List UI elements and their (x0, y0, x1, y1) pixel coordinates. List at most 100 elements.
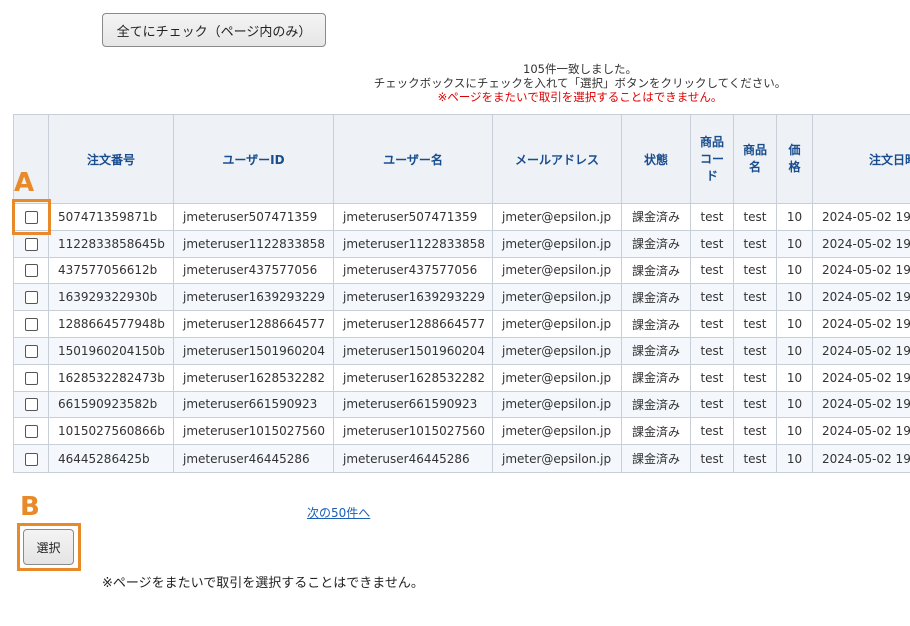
cell-ordered-at: 2024-05-02 19 (812, 417, 910, 446)
cell-email: jmeter@epsilon.jp (492, 444, 622, 474)
cell-price: 10 (776, 390, 813, 419)
cell-product-name: test (733, 256, 777, 285)
row-checkbox[interactable] (24, 398, 38, 412)
cell-email: jmeter@epsilon.jp (492, 336, 622, 365)
cell-order-no: 1628532282473b (48, 363, 174, 392)
row-checkbox[interactable] (24, 318, 38, 332)
header-email: メールアドレス (492, 114, 622, 204)
cell-price: 10 (776, 417, 813, 446)
cell-user-id: jmeteruser661590923 (173, 390, 334, 419)
cell-email: jmeter@epsilon.jp (492, 256, 622, 285)
table-row: 507471359871b jmeteruser507471359 jmeterus… (13, 203, 910, 231)
cell-product-name: test (733, 310, 777, 338)
cell-product-name: test (733, 390, 777, 419)
cell-price: 10 (776, 256, 813, 285)
row-checkbox-cell (13, 336, 49, 365)
header-product-name: 商品名 (733, 114, 777, 204)
cell-order-no: 46445286425b (48, 444, 174, 474)
cell-user-name: jmeteruser661590923 (333, 390, 493, 419)
row-checkbox[interactable] (24, 237, 38, 251)
result-info: 105件一致しました。 チェックボックスにチェックを入れて「選択」ボタンをクリッ… (0, 62, 910, 104)
cell-status: 課金済み (621, 283, 691, 312)
cell-ordered-at: 2024-05-02 19 (812, 310, 910, 338)
table-row: 1015027560866b jmeteruser1015027560 jmeter… (13, 417, 910, 446)
cell-user-name: jmeteruser1501960204 (333, 336, 493, 365)
cell-status: 課金済み (621, 203, 691, 231)
row-checkbox-cell (13, 310, 49, 338)
row-checkbox-cell (13, 256, 49, 285)
row-checkbox[interactable] (24, 291, 38, 305)
header-product-code: 商品コード (690, 114, 734, 204)
header-price: 価格 (776, 114, 813, 204)
cell-user-name: jmeteruser1122833858 (333, 229, 493, 258)
row-checkbox[interactable] (24, 425, 38, 439)
table-row: 661590923582b jmeteruser661590923 jmeterus… (13, 390, 910, 419)
cell-email: jmeter@epsilon.jp (492, 363, 622, 392)
cell-user-name: jmeteruser1015027560 (333, 417, 493, 446)
cell-ordered-at: 2024-05-02 19 (812, 444, 910, 474)
cell-product-name: test (733, 229, 777, 258)
instruction-text: チェックボックスにチェックを入れて「選択」ボタンをクリックしてください。 (373, 76, 787, 90)
cell-status: 課金済み (621, 256, 691, 285)
cell-order-no: 1501960204150b (48, 336, 174, 365)
cell-product-code: test (690, 256, 734, 285)
cell-price: 10 (776, 283, 813, 312)
cell-order-no: 437577056612b (48, 256, 174, 285)
cell-product-code: test (690, 390, 734, 419)
cell-order-no: 661590923582b (48, 390, 174, 419)
cell-ordered-at: 2024-05-02 19 (812, 336, 910, 365)
row-checkbox[interactable] (24, 371, 38, 385)
cell-status: 課金済み (621, 363, 691, 392)
cell-user-id: jmeteruser507471359 (173, 203, 334, 231)
cell-user-id: jmeteruser1501960204 (173, 336, 334, 365)
next-page-link[interactable]: 次の50件へ (307, 504, 370, 521)
table-row: 437577056612b jmeteruser437577056 jmeterus… (13, 256, 910, 285)
cell-product-name: test (733, 203, 777, 231)
cell-user-name: jmeteruser1639293229 (333, 283, 493, 312)
header-user-id: ユーザーID (173, 114, 334, 204)
cell-product-code: test (690, 229, 734, 258)
cell-order-no: 507471359871b (48, 203, 174, 231)
cell-product-code: test (690, 363, 734, 392)
cell-price: 10 (776, 229, 813, 258)
cell-user-id: jmeteruser1122833858 (173, 229, 334, 258)
cell-price: 10 (776, 336, 813, 365)
order-selection-page: 全てにチェック（ページ内のみ） 105件一致しました。 チェックボックスにチェッ… (0, 0, 910, 626)
table-row: 1501960204150b jmeteruser1501960204 jmeter… (13, 336, 910, 365)
cell-status: 課金済み (621, 336, 691, 365)
cell-order-no: 163929322930b (48, 283, 174, 312)
cell-product-code: test (690, 444, 734, 474)
cell-email: jmeter@epsilon.jp (492, 417, 622, 446)
cell-order-no: 1288664577948b (48, 310, 174, 338)
row-checkbox[interactable] (24, 452, 38, 466)
cell-price: 10 (776, 444, 813, 474)
cell-user-name: jmeteruser1288664577 (333, 310, 493, 338)
orders-table-container: 注文番号 ユーザーID ユーザー名 メールアドレス 状態 商品コード 商品名 価… (13, 114, 910, 476)
cell-user-id: jmeteruser1639293229 (173, 283, 334, 312)
table-row: 1288664577948b jmeteruser1288664577 jmeter… (13, 310, 910, 338)
warning-text: ※ページをまたいで取引を選択することはできません。 (437, 90, 723, 104)
row-checkbox-cell (13, 444, 49, 474)
cell-ordered-at: 2024-05-02 19 (812, 363, 910, 392)
cell-ordered-at: 2024-05-02 19 (812, 229, 910, 258)
cell-product-name: test (733, 363, 777, 392)
select-button[interactable]: 選択 (23, 529, 74, 565)
check-all-button[interactable]: 全てにチェック（ページ内のみ） (102, 13, 326, 47)
table-row: 163929322930b jmeteruser1639293229 jmeteru… (13, 283, 910, 312)
cell-user-id: jmeteruser437577056 (173, 256, 334, 285)
cell-user-name: jmeteruser437577056 (333, 256, 493, 285)
cell-product-code: test (690, 203, 734, 231)
row-checkbox[interactable] (24, 264, 38, 278)
table-row: 1628532282473b jmeteruser1628532282 jmeter… (13, 363, 910, 392)
header-order-no: 注文番号 (48, 114, 174, 204)
cell-user-id: jmeteruser1015027560 (173, 417, 334, 446)
orders-table: 注文番号 ユーザーID ユーザー名 メールアドレス 状態 商品コード 商品名 価… (13, 114, 910, 474)
cell-ordered-at: 2024-05-02 19 (812, 256, 910, 285)
row-checkbox[interactable] (24, 344, 38, 358)
cell-email: jmeter@epsilon.jp (492, 203, 622, 231)
table-row: 46445286425b jmeteruser46445286 jmeteruser… (13, 444, 910, 474)
annotation-label-b: B (20, 492, 40, 522)
row-checkbox-cell (13, 417, 49, 446)
cell-price: 10 (776, 310, 813, 338)
cell-email: jmeter@epsilon.jp (492, 390, 622, 419)
